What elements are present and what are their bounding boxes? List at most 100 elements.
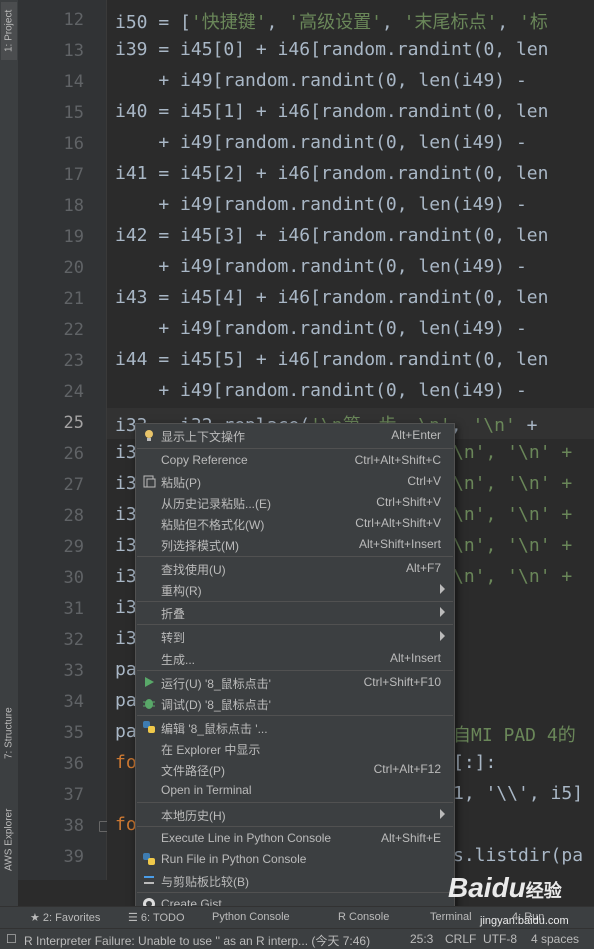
line-number: 22 bbox=[63, 320, 84, 340]
line-number: 29 bbox=[63, 537, 84, 557]
favorites-tab[interactable]: ★ 2: Favorites bbox=[30, 911, 100, 924]
menu-item-file-path[interactable]: 文件路径(P) Ctrl+Alt+F12 bbox=[136, 759, 454, 780]
code-line-30-tail: \n', '\n' + bbox=[453, 566, 573, 587]
code-line-21: i43 = i45[4] + i46[random.randint(0, len bbox=[115, 287, 549, 308]
watermark-url: jingyan.baidu.com bbox=[480, 915, 569, 927]
menu-separator bbox=[137, 670, 453, 671]
compare-icon bbox=[142, 873, 156, 887]
file-encoding[interactable]: UTF-8 bbox=[483, 932, 517, 946]
menu-separator bbox=[137, 892, 453, 893]
context-menu: 显示上下文操作 Alt+Enter Copy Reference Ctrl+Alt+… bbox=[135, 423, 455, 918]
menu-item-fold[interactable]: 折叠 bbox=[136, 602, 454, 623]
code-line-12: i50 = ['快捷键', '高级设置', '末尾标点', '标 bbox=[115, 12, 548, 33]
code-line-34: pa bbox=[115, 690, 137, 711]
indent-setting[interactable]: 4 spaces bbox=[531, 932, 579, 946]
line-number-gutter: 12 13 14 15 16 17 18 19 20 21 22 23 24 25 26 27 28 29 30 31… bbox=[18, 0, 107, 880]
r-console-tab[interactable]: R Console bbox=[338, 911, 389, 923]
line-number: 32 bbox=[63, 630, 84, 650]
line-number: 28 bbox=[63, 506, 84, 526]
code-line-20: + i49[random.randint(0, len(i49) - bbox=[115, 256, 527, 277]
code-line-33: pa bbox=[115, 659, 137, 680]
code-line-15: i40 = i45[1] + i46[random.randint(0, len bbox=[115, 101, 549, 122]
submenu-arrow-icon bbox=[440, 809, 445, 819]
code-line-23: i44 = i45[5] + i46[random.randint(0, len bbox=[115, 349, 549, 370]
lightbulb-icon bbox=[142, 428, 156, 442]
menu-item-debug[interactable]: 调试(D) '8_鼠标点击' bbox=[136, 693, 454, 714]
line-number: 37 bbox=[63, 785, 84, 805]
submenu-arrow-icon bbox=[440, 631, 445, 641]
line-number: 20 bbox=[63, 258, 84, 278]
line-number: 17 bbox=[63, 165, 84, 185]
line-number: 36 bbox=[63, 754, 84, 774]
line-number: 31 bbox=[63, 599, 84, 619]
menu-separator bbox=[137, 448, 453, 449]
line-number: 13 bbox=[63, 41, 84, 61]
run-icon bbox=[142, 675, 156, 689]
menu-item-open-in-terminal[interactable]: Open in Terminal bbox=[136, 780, 454, 801]
menu-item-paste[interactable]: 粘贴(P) Ctrl+V bbox=[136, 471, 454, 492]
menu-item-show-context-actions[interactable]: 显示上下文操作 Alt+Enter bbox=[136, 425, 454, 446]
code-line-26-tail: \n', '\n' + bbox=[453, 442, 573, 463]
menu-separator bbox=[137, 624, 453, 625]
menu-item-goto[interactable]: 转到 bbox=[136, 626, 454, 647]
line-number: 12 bbox=[63, 10, 84, 30]
menu-separator bbox=[137, 556, 453, 557]
line-number: 23 bbox=[63, 351, 84, 371]
todo-tab[interactable]: ☰ 6: TODO bbox=[128, 911, 185, 924]
menu-item-column-selection[interactable]: 列选择模式(M) Alt+Shift+Insert bbox=[136, 534, 454, 555]
line-number: 21 bbox=[63, 289, 84, 309]
menu-item-find-usages[interactable]: 查找使用(U) Alt+F7 bbox=[136, 558, 454, 579]
line-number: 15 bbox=[63, 103, 84, 123]
baidu-logo: Baidu经验 bbox=[448, 872, 562, 903]
python-console-tab[interactable]: Python Console bbox=[212, 911, 290, 923]
code-line-29-tail: \n', '\n' + bbox=[453, 535, 573, 556]
menu-separator bbox=[137, 802, 453, 803]
code-line-28-tail: \n', '\n' + bbox=[453, 504, 573, 525]
code-line-39-tail: s.listdir(pa bbox=[453, 845, 584, 866]
line-number: 30 bbox=[63, 568, 84, 588]
menu-separator bbox=[137, 715, 453, 716]
menu-item-local-history[interactable]: 本地历史(H) bbox=[136, 804, 454, 825]
paste-icon bbox=[142, 474, 156, 488]
baidu-jingyan-watermark: Baidu经验 jingyan.baidu.com bbox=[448, 872, 588, 932]
line-number: 35 bbox=[63, 723, 84, 743]
code-line-27: i3 bbox=[115, 473, 137, 494]
line-number: 38 bbox=[63, 816, 84, 836]
menu-item-paste-from-history[interactable]: 从历史记录粘贴...(E) Ctrl+Shift+V bbox=[136, 492, 454, 513]
menu-item-copy-reference[interactable]: Copy Reference Ctrl+Alt+Shift+C bbox=[136, 450, 454, 471]
menu-item-paste-no-format[interactable]: 粘贴但不格式化(W) Ctrl+Alt+Shift+V bbox=[136, 513, 454, 534]
menu-item-run-file-console[interactable]: Run File in Python Console bbox=[136, 849, 454, 870]
line-number: 39 bbox=[63, 847, 84, 867]
menu-item-execute-line[interactable]: Execute Line in Python Console Alt+Shift+… bbox=[136, 828, 454, 849]
code-line-17: i41 = i45[2] + i46[random.randint(0, len bbox=[115, 163, 549, 184]
code-line-14: + i49[random.randint(0, len(i49) - bbox=[115, 70, 527, 91]
code-line-29: i3 bbox=[115, 535, 137, 556]
menu-item-edit-config[interactable]: 编辑 '8_鼠标点击 '... bbox=[136, 717, 454, 738]
status-message[interactable]: R Interpreter Failure: Unable to use '' … bbox=[24, 932, 404, 949]
code-line-13: i39 = i45[0] + i46[random.randint(0, len bbox=[115, 39, 549, 60]
code-line-36: fo bbox=[115, 752, 137, 773]
status-icon: ☐ bbox=[6, 932, 17, 946]
project-tab[interactable]: 1: Project bbox=[1, 2, 17, 60]
aws-explorer-tab[interactable]: AWS Explorer bbox=[1, 798, 17, 882]
star-icon: ★ bbox=[30, 912, 43, 924]
code-line-24: + i49[random.randint(0, len(i49) - bbox=[115, 380, 527, 401]
caret-position[interactable]: 25:3 bbox=[410, 932, 433, 946]
structure-tab[interactable]: 7: Structure bbox=[1, 692, 17, 774]
code-line-36-tail: [:]: bbox=[453, 752, 497, 773]
code-line-35: pa bbox=[115, 721, 137, 742]
menu-item-run[interactable]: 运行(U) '8_鼠标点击' Ctrl+Shift+F10 bbox=[136, 672, 454, 693]
submenu-arrow-icon bbox=[440, 584, 445, 594]
line-number: 26 bbox=[63, 444, 84, 464]
menu-item-compare-clipboard[interactable]: 与剪贴板比较(B) bbox=[136, 870, 454, 891]
code-line-26: i3 bbox=[115, 442, 137, 463]
line-number: 18 bbox=[63, 196, 84, 216]
line-number: 25 bbox=[63, 413, 84, 433]
code-line-31: i3 bbox=[115, 597, 137, 618]
line-separator[interactable]: CRLF bbox=[445, 932, 476, 946]
menu-item-generate[interactable]: 生成... Alt+Insert bbox=[136, 648, 454, 669]
menu-item-refactor[interactable]: 重构(R) bbox=[136, 579, 454, 600]
menu-item-show-in-explorer[interactable]: 在 Explorer 中显示 bbox=[136, 738, 454, 759]
line-number: 34 bbox=[63, 692, 84, 712]
line-number: 24 bbox=[63, 382, 84, 402]
